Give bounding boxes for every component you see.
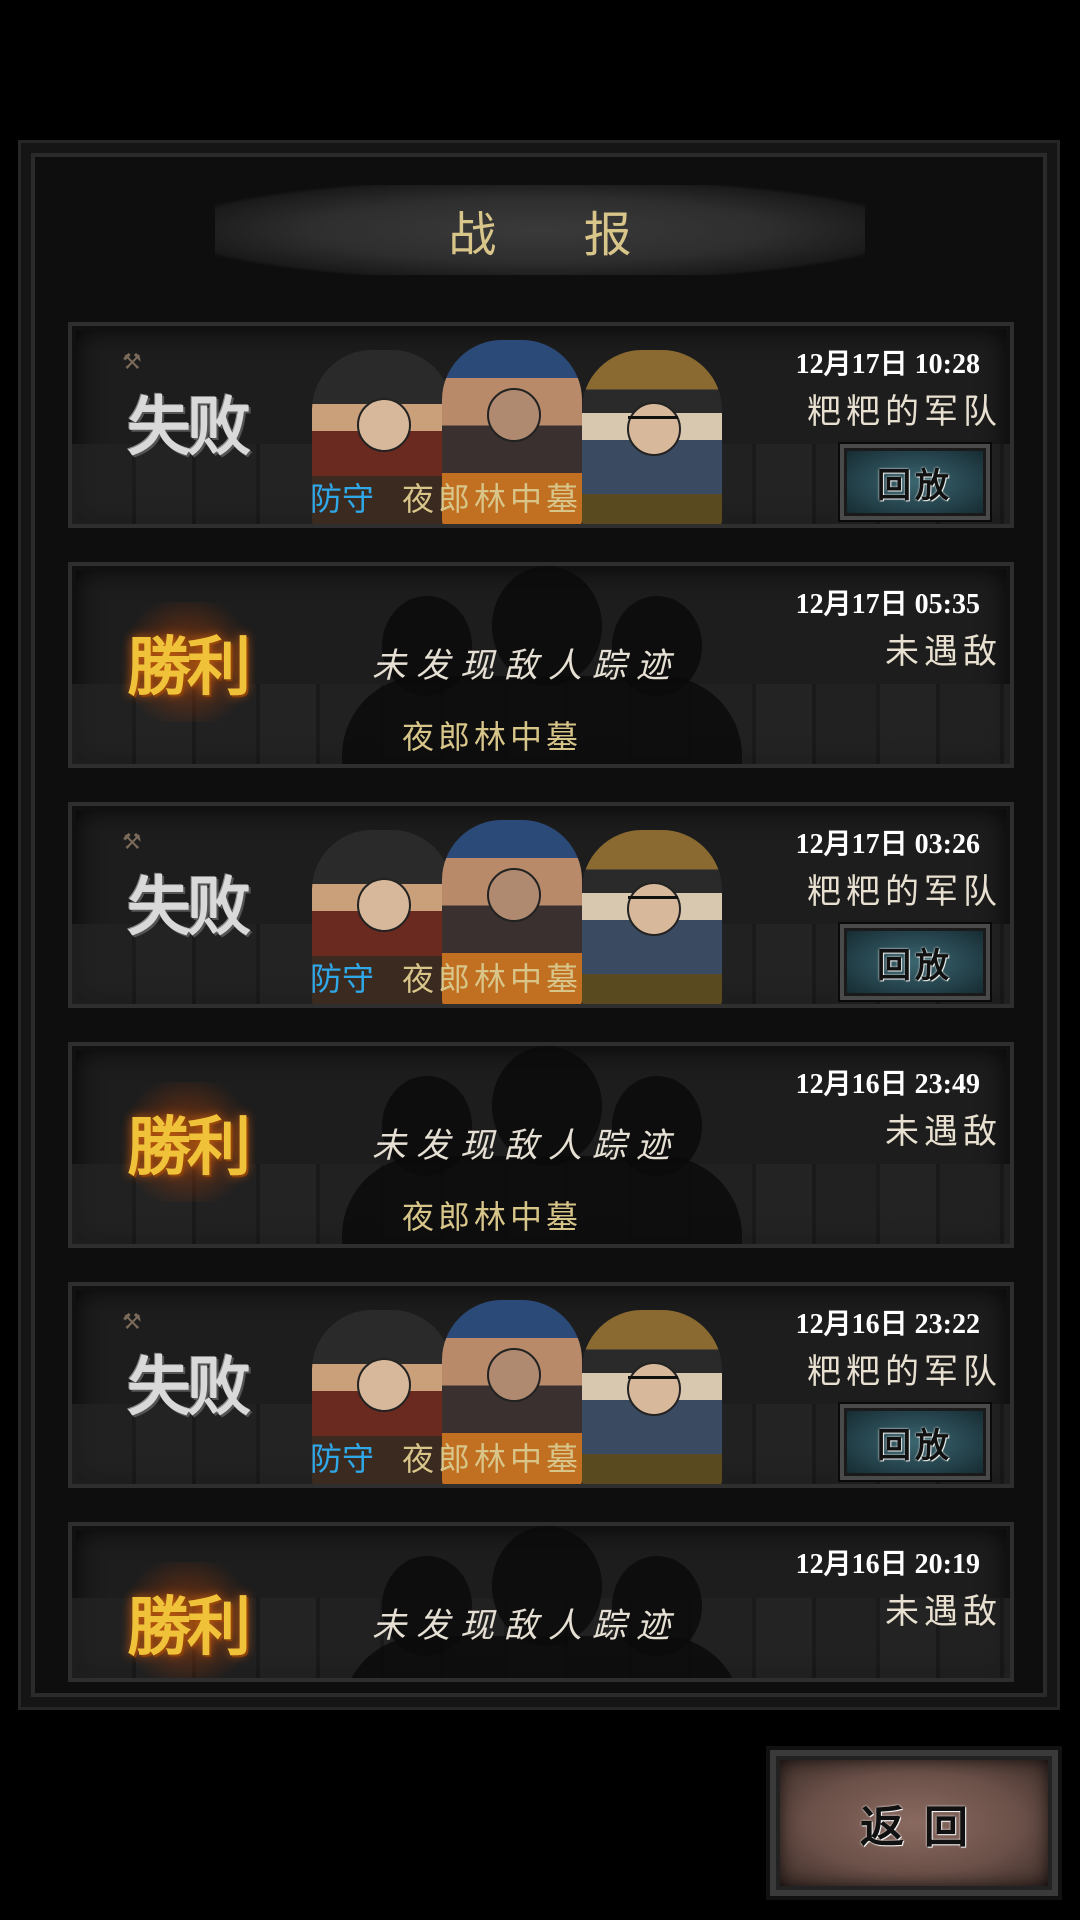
battle-location: 夜郎林中墓 xyxy=(402,1198,583,1236)
result-badge: 失败 xyxy=(127,1350,251,1425)
result-badge: 勝利 xyxy=(102,1082,272,1202)
hero-face xyxy=(357,1358,411,1412)
replay-button[interactable]: 回放 xyxy=(840,444,990,520)
battle-time: 12月16日 20:19 xyxy=(795,1549,980,1580)
battle-location: 夜郎林中墓 xyxy=(402,1440,583,1478)
no-enemy-message: 未发现敌人踪迹 xyxy=(372,1606,680,1646)
back-button-label: 返回 xyxy=(860,1802,988,1853)
page-title: 战 报 xyxy=(448,207,668,263)
hero-portrait xyxy=(582,1310,722,1484)
replay-button[interactable]: 回放 xyxy=(840,1404,990,1480)
opponent-name: 未遇敌 xyxy=(885,632,1002,672)
back-button[interactable]: 返回 xyxy=(770,1750,1058,1896)
battle-record[interactable]: ⚒ 失败 12月17日 03:26 粑粑的军队 防守 夜郎林中墓 回放 xyxy=(68,802,1014,1008)
glasses-icon xyxy=(628,896,678,915)
hero-face xyxy=(357,878,411,932)
battle-record[interactable]: ⚒ 失败 12月17日 10:28 粑粑的军队 防守 夜郎林中墓 回放 xyxy=(68,322,1014,528)
replay-button[interactable]: 回放 xyxy=(840,924,990,1000)
battle-time: 12月16日 23:49 xyxy=(795,1069,980,1100)
glasses-icon xyxy=(628,416,678,435)
battle-mode: 防守 xyxy=(310,1440,375,1478)
result-badge: 失败 xyxy=(127,870,251,945)
opponent-name: 未遇敌 xyxy=(885,1592,1002,1632)
battle-record[interactable]: ⚒ 失败 12月16日 23:22 粑粑的军队 防守 夜郎林中墓 回放 xyxy=(68,1282,1014,1488)
hero-face xyxy=(357,398,411,452)
battle-mode: 防守 xyxy=(310,960,375,998)
battle-time: 12月17日 05:35 xyxy=(795,589,980,620)
hero-face xyxy=(487,388,541,442)
hero-portrait xyxy=(582,350,722,524)
battle-time: 12月17日 10:28 xyxy=(795,349,980,380)
battle-location: 夜郎林中墓 xyxy=(402,480,583,518)
hero-portrait xyxy=(582,830,722,1004)
battle-mode: 防守 xyxy=(310,480,375,518)
opponent-name: 粑粑的军队 xyxy=(807,392,1002,432)
opponent-name: 未遇敌 xyxy=(885,1112,1002,1152)
glasses-icon xyxy=(628,1376,678,1395)
no-enemy-message: 未发现敌人踪迹 xyxy=(372,646,680,686)
battle-record[interactable]: 勝利 12月16日 23:49 未遇敌 未发现敌人踪迹夜郎林中墓 xyxy=(68,1042,1014,1248)
battle-location: 夜郎林中墓 xyxy=(402,960,583,998)
no-enemy-message: 未发现敌人踪迹 xyxy=(372,1126,680,1166)
title-banner: 战 报 xyxy=(215,185,865,275)
hero-face xyxy=(487,1348,541,1402)
battle-location: 夜郎林中墓 xyxy=(402,718,583,756)
battle-time: 12月16日 23:22 xyxy=(795,1309,980,1340)
result-badge: 勝利 xyxy=(102,1562,272,1678)
result-badge: 勝利 xyxy=(102,602,272,722)
opponent-name: 粑粑的军队 xyxy=(807,1352,1002,1392)
opponent-name: 粑粑的军队 xyxy=(807,872,1002,912)
battle-record[interactable]: 勝利 12月17日 05:35 未遇敌 未发现敌人踪迹夜郎林中墓 xyxy=(68,562,1014,768)
hero-face xyxy=(487,868,541,922)
result-badge: 失败 xyxy=(127,390,251,465)
battle-time: 12月17日 03:26 xyxy=(795,829,980,860)
battle-record[interactable]: 勝利 12月16日 20:19 未遇敌 未发现敌人踪迹 xyxy=(68,1522,1014,1682)
